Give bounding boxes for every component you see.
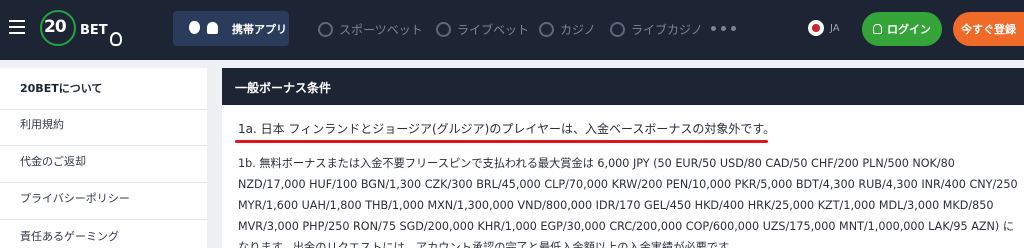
nav-live-bet-label: ライブベット (457, 22, 530, 37)
nav-live-bet[interactable]: ライブベット (436, 19, 529, 39)
sidebar-item-label: 責任あるゲーミング (20, 230, 119, 243)
sidebar-item-refund[interactable]: 代金のご返却 (0, 141, 207, 183)
sidebar-nav: 20BETについて 利用規約 代金のご返却 プライバシーポリシー 責任あるゲーミ… (0, 68, 207, 248)
nav-sports-bet-label: スポーツベット (339, 22, 423, 37)
soccer-ball-icon (318, 21, 333, 37)
nav-live-casino[interactable]: ライブカジノ (610, 19, 703, 39)
nav-casino[interactable]: カジノ (539, 19, 596, 39)
login-label: ログイン (887, 23, 931, 36)
hamburger-menu-icon[interactable] (9, 20, 25, 34)
apple-icon (189, 21, 200, 34)
highlight-underline (235, 140, 768, 143)
language-code: JA (830, 22, 840, 34)
paragraph-1a: 1a. 日本 フィンランドとジョージア(グルジア)のプレイヤーは、入金ベースボー… (238, 122, 776, 136)
live-flame-icon (436, 21, 451, 37)
sidebar-item-label: 利用規約 (20, 118, 64, 131)
logo-text: BET (80, 23, 108, 38)
more-menu-icon[interactable] (711, 26, 741, 31)
android-icon (207, 22, 218, 34)
mobile-app-button[interactable]: 携帯アプリ (173, 11, 289, 46)
section-title: 一般ボーナス条件 (235, 81, 332, 95)
logo-mascot-icon (110, 32, 122, 46)
sidebar-item-label: 代金のご返却 (20, 155, 86, 168)
language-selector[interactable]: JA (808, 20, 840, 36)
paragraph-1b: 1b. 無料ボーナスまたは入金不要フリースピンで支払われる最大賞金は 6,000… (238, 157, 1018, 248)
japan-flag-icon (808, 20, 824, 36)
nav-casino-label: カジノ (560, 22, 596, 37)
section-header: 一般ボーナス条件 (222, 68, 1024, 105)
login-button[interactable]: ログイン (862, 12, 942, 46)
sidebar-item-responsible-gaming[interactable]: 責任あるゲーミング (0, 216, 207, 248)
terms-content: 1a. 日本 フィンランドとジョージア(グルジア)のプレイヤーは、入金ベースボー… (222, 105, 1024, 248)
user-icon (873, 24, 882, 34)
nav-live-casino-label: ライブカジノ (631, 22, 703, 37)
sidebar-item-label: 20BETについて (20, 82, 103, 95)
live-cards-icon (610, 21, 625, 37)
casino-chip-icon (539, 21, 554, 37)
sidebar-item-privacy[interactable]: プライバシーポリシー (0, 178, 207, 220)
mobile-app-label: 携帯アプリ (232, 23, 287, 36)
top-header: 20 BET 携帯アプリ スポーツベット ライブベット カジノ ライブカジノ J… (0, 0, 1024, 60)
register-label: 今すぐ登録 (961, 23, 1016, 36)
sidebar-item-terms[interactable]: 利用規約 (0, 104, 207, 146)
logo-number: 20 (44, 17, 67, 37)
nav-sports-bet[interactable]: スポーツベット (318, 19, 423, 39)
register-button[interactable]: 今すぐ登録 (953, 12, 1024, 46)
sidebar-item-label: プライバシーポリシー (20, 192, 130, 205)
